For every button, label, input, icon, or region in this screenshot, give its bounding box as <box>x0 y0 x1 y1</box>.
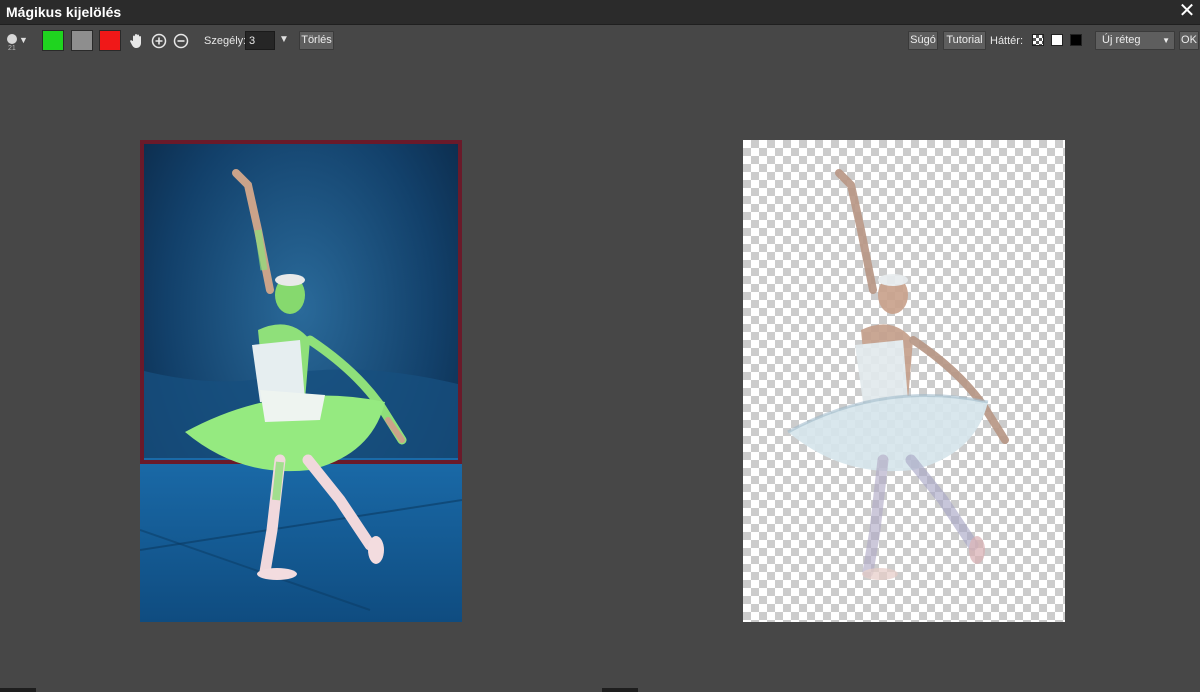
brush-size-picker[interactable]: 21 ▼ <box>5 30 31 52</box>
result-preview-canvas <box>743 140 1065 622</box>
chevron-down-icon: ▼ <box>1162 36 1170 45</box>
title-bar: Mágikus kijelölés ✕ <box>0 0 1200 25</box>
layer-select-value: Új réteg <box>1102 34 1141 46</box>
zoom-in-icon[interactable] <box>150 32 168 50</box>
ok-button[interactable]: OK <box>1179 31 1199 50</box>
scrollbar-segment[interactable] <box>602 688 638 692</box>
clear-button[interactable]: Törlés <box>299 31 334 50</box>
dropdown-arrow-icon[interactable]: ▼ <box>279 34 289 45</box>
layer-select[interactable]: Új réteg ▼ <box>1095 31 1175 50</box>
help-button[interactable]: Súgó <box>908 31 938 50</box>
background-label: Háttér: <box>990 35 1024 47</box>
window-title: Mágikus kijelölés <box>6 4 122 20</box>
background-white-option[interactable] <box>1051 34 1063 46</box>
hand-icon[interactable] <box>128 32 146 50</box>
neutral-color-swatch[interactable] <box>71 30 93 51</box>
scrollbar-segment[interactable] <box>0 688 36 692</box>
background-transparent-option[interactable] <box>1032 34 1044 46</box>
keep-color-swatch[interactable] <box>42 30 64 51</box>
close-icon[interactable]: ✕ <box>1176 0 1198 22</box>
source-image-canvas[interactable] <box>140 140 462 622</box>
brush-dot-icon <box>7 34 17 44</box>
tutorial-button[interactable]: Tutorial <box>943 31 986 50</box>
remove-color-swatch[interactable] <box>99 30 121 51</box>
brush-size-value: 21 <box>8 45 16 52</box>
border-input[interactable] <box>245 31 275 50</box>
border-label: Szegély: <box>204 35 247 47</box>
zoom-out-icon[interactable] <box>172 32 190 50</box>
toolbar: 21 ▼ Szegély: ▼ Törlés Súgó Tutorial Hát… <box>0 25 1200 57</box>
background-black-option[interactable] <box>1070 34 1082 46</box>
chevron-down-icon: ▼ <box>19 35 28 45</box>
